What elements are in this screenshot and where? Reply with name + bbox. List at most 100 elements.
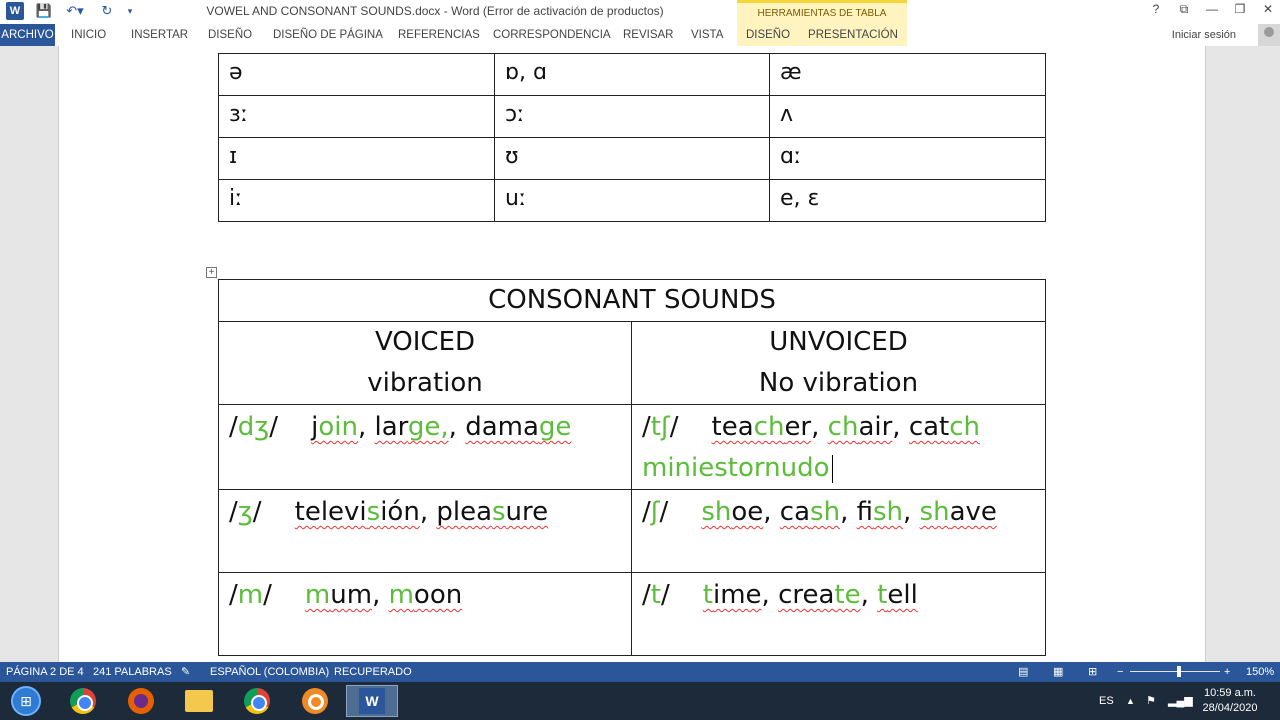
page-indicator[interactable]: PÁGINA 2 DE 4 <box>6 662 84 682</box>
plain-letters: crea <box>778 580 835 610</box>
plain-letters: ime <box>713 580 762 610</box>
unvoiced-sound-cell[interactable]: /ʃ/ shoe, cash, fish, shave <box>631 489 1046 573</box>
plain-letters: oon <box>413 580 463 610</box>
print-layout-icon[interactable]: ▦ <box>1053 662 1063 682</box>
table-cell[interactable]: uː <box>494 179 770 222</box>
folder-icon <box>185 690 213 712</box>
show-hidden-icons-icon[interactable]: ▲ <box>1126 682 1135 720</box>
unvoiced-header[interactable]: UNVOICED No vibration <box>631 321 1046 405</box>
plain-letters: ca <box>779 497 811 527</box>
tab-table-diseno[interactable]: DISEÑO <box>737 24 799 46</box>
table-cell[interactable]: ɪ <box>218 137 495 180</box>
zoom-slider[interactable] <box>1130 671 1220 672</box>
table-cell[interactable]: ɔː <box>494 95 770 138</box>
status-bar: PÁGINA 2 DE 4 241 PALABRAS ✎ ESPAÑOL (CO… <box>0 662 1280 682</box>
phoneme-symbol: m <box>237 580 264 610</box>
tab-revisar[interactable]: REVISAR <box>623 24 674 46</box>
unvoiced-sound-cell[interactable]: /tʃ/ teacher, chair, catch miniestornudo <box>631 404 1046 490</box>
highlighted-letters: s <box>492 497 506 527</box>
voiced-sound-cell[interactable]: /dʒ/ join, large,, damage <box>218 404 632 490</box>
highlighted-letters: ch <box>949 412 981 442</box>
firefox-taskbar-button[interactable] <box>115 685 167 717</box>
web-layout-icon[interactable]: ⊞ <box>1088 662 1097 682</box>
avatar[interactable] <box>1258 24 1280 46</box>
minimize-icon[interactable]: — <box>1201 2 1223 20</box>
word-count[interactable]: 241 PALABRAS <box>93 662 172 682</box>
tab-diseno-pagina[interactable]: DISEÑO DE PÁGINA <box>273 24 383 46</box>
tab-archivo[interactable]: ARCHIVO <box>0 24 55 46</box>
tab-vista[interactable]: VISTA <box>691 24 723 46</box>
tab-referencias[interactable]: REFERENCIAS <box>398 24 480 46</box>
zoom-out-icon[interactable]: − <box>1117 662 1123 682</box>
unvoiced-sound-cell[interactable]: /t/ time, create, tell <box>631 572 1046 656</box>
system-clock[interactable]: 10:59 a.m. 28/04/2020 <box>1190 686 1270 716</box>
vowel-table[interactable]: ə ɒ, ɑ æ ɜː ɔː ʌ ɪ ʊ ɑː iː uː e, ɛ <box>218 53 1046 222</box>
clock-time: 10:59 a.m. <box>1204 687 1256 699</box>
tab-correspondencia[interactable]: CORRESPONDENCIA <box>493 24 611 46</box>
word-icon: W <box>359 688 385 714</box>
plain-letters: ell <box>887 580 918 610</box>
tab-inicio[interactable]: INICIO <box>71 24 106 46</box>
language-indicator[interactable]: ESPAÑOL (COLOMBIA) <box>210 662 329 682</box>
phoneme-symbol: ʃ <box>650 497 660 527</box>
table-cell[interactable]: ʊ <box>494 137 770 180</box>
word-window: W 💾 ↶▾ ↻ ▾ VOWEL AND CONSONANT SOUNDS.do… <box>0 0 1280 720</box>
table-cell[interactable]: ɒ, ɑ <box>494 53 770 96</box>
table-cell[interactable]: ə <box>218 53 495 96</box>
action-center-flag-icon[interactable]: ⚑ <box>1146 682 1156 720</box>
word-taskbar-button[interactable]: W <box>346 685 398 717</box>
proofing-icon[interactable]: ✎ <box>181 662 190 682</box>
table-cell[interactable]: ɑː <box>769 137 1046 180</box>
slash-open: / <box>642 497 651 527</box>
signin-link[interactable]: Iniciar sesión <box>1172 24 1236 46</box>
chrome-taskbar-button[interactable] <box>57 685 109 717</box>
table-row: ə ɒ, ɑ æ <box>218 53 1046 96</box>
table-cell[interactable]: ʌ <box>769 95 1046 138</box>
chrome-taskbar-button-2[interactable] <box>231 685 283 717</box>
start-button[interactable]: ⊞ <box>0 685 52 717</box>
zoom-level[interactable]: 150% <box>1246 662 1274 682</box>
table-cell[interactable]: iː <box>218 179 495 222</box>
tab-presentacion[interactable]: PRESENTACIÓN <box>799 24 907 46</box>
help-icon[interactable]: ? <box>1145 2 1167 20</box>
voiced-sound-cell[interactable]: /ʒ/ televisión, pleasure <box>218 489 632 573</box>
document-area[interactable]: ə ɒ, ɑ æ ɜː ɔː ʌ ɪ ʊ ɑː iː uː e, ɛ + CON… <box>0 46 1280 662</box>
read-mode-icon[interactable]: ▤ <box>1018 662 1028 682</box>
table-row: ɪ ʊ ɑː <box>218 137 1046 180</box>
table-move-handle-icon[interactable]: + <box>206 267 217 278</box>
close-icon[interactable]: ✕ <box>1257 2 1279 20</box>
table-row: /dʒ/ join, large,, damage /tʃ/ teacher, … <box>218 404 1046 490</box>
app-taskbar-button[interactable] <box>289 685 341 717</box>
consonant-table[interactable]: CONSONANT SOUNDS VOICED vibration UNVOIC… <box>218 279 1046 656</box>
firefox-icon <box>128 688 154 714</box>
slash-close: / <box>669 412 679 442</box>
table-cell[interactable]: ɜː <box>218 95 495 138</box>
tab-diseno[interactable]: DISEÑO <box>208 24 252 46</box>
highlighted-letters: oin <box>318 412 358 442</box>
voiced-sound-cell[interactable]: /m/ mum, moon <box>218 572 632 656</box>
tab-insertar[interactable]: INSERTAR <box>131 24 188 46</box>
document-page[interactable]: ə ɒ, ɑ æ ɜː ɔː ʌ ɪ ʊ ɑː iː uː e, ɛ + CON… <box>58 46 1206 662</box>
slash-open: / <box>229 497 238 527</box>
plain-letters: televi <box>294 497 367 527</box>
restore-icon[interactable]: ❐ <box>1229 2 1251 20</box>
table-row: /ʒ/ televisión, pleasure /ʃ/ shoe, cash,… <box>218 489 1046 573</box>
plain-letters: um <box>330 580 373 610</box>
zoom-slider-thumb[interactable] <box>1177 666 1181 677</box>
plain-letters: tea <box>711 412 754 442</box>
voiced-subheading: vibration <box>367 368 483 398</box>
example-word: mum <box>305 580 372 610</box>
zoom-in-icon[interactable]: + <box>1224 662 1230 682</box>
document-state: RECUPERADO <box>334 666 412 678</box>
table-cell[interactable]: e, ɛ <box>769 179 1046 222</box>
chrome-icon <box>244 688 270 714</box>
input-language[interactable]: ES <box>1099 682 1114 720</box>
network-signal-icon[interactable]: ▂▄▆ <box>1168 682 1193 720</box>
explorer-taskbar-button[interactable] <box>173 685 225 717</box>
voiced-header[interactable]: VOICED vibration <box>218 321 632 405</box>
consonant-table-title[interactable]: CONSONANT SOUNDS <box>218 279 1046 322</box>
example-word: catch <box>909 412 980 442</box>
table-cell[interactable]: æ <box>769 53 1046 96</box>
plain-letters: ión <box>380 497 420 527</box>
ribbon-display-icon[interactable]: ⧉ <box>1173 2 1195 20</box>
